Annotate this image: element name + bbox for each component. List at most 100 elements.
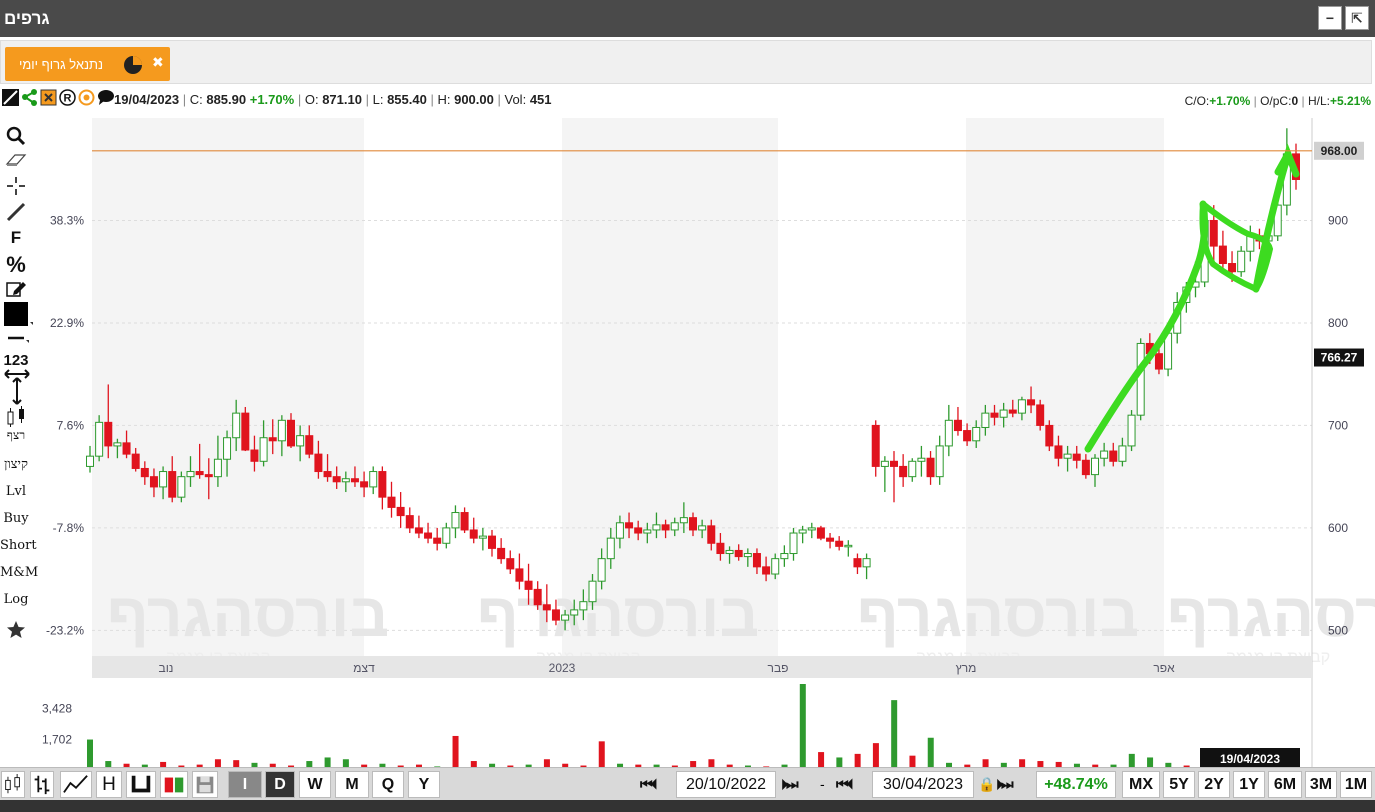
kitzon-tool[interactable]: קיצון (0, 456, 32, 472)
line-view-icon[interactable] (60, 771, 92, 798)
candle-body (981, 412, 990, 428)
from-date-field[interactable]: 20/10/2022 (676, 771, 776, 798)
range-5y-button[interactable]: 5Y (1163, 771, 1195, 798)
info-change: +1.70% (249, 92, 295, 107)
month-label: אפר (1153, 661, 1175, 675)
search-icon[interactable] (6, 126, 26, 146)
month-label: פבר (768, 661, 789, 675)
interval-weekly-button[interactable]: W (299, 771, 331, 798)
candle-body (734, 549, 743, 558)
candles-icon[interactable] (5, 406, 29, 428)
candle-body (716, 542, 725, 555)
volume-bar (452, 735, 459, 770)
left-toolbar: F % 123 רצף קיצון Lvl Buy Short M&M Log (0, 120, 38, 770)
y-tick-label: 800 (1328, 316, 1348, 330)
candle-body (953, 419, 962, 432)
candle-body (396, 506, 405, 517)
short-tool[interactable]: Short (0, 538, 37, 553)
edit-icon[interactable] (6, 280, 28, 298)
numbers-tool[interactable]: 123 (0, 352, 32, 369)
interval-intraday-button[interactable]: I (228, 771, 262, 798)
x-axis-months: נוב דצמ 2023 פבר מרץ אפר (92, 656, 1312, 678)
candle-body (826, 537, 835, 542)
candle-body (369, 471, 378, 488)
start-forward-icon[interactable]: ⏵⏭ (781, 776, 799, 793)
chart-area[interactable]: בורסהגרףקבוצת קו מגמהבורסהגרףקבוצת קו מג… (38, 114, 1375, 770)
eraser-icon[interactable] (5, 152, 27, 168)
end-forward-icon[interactable]: ⏵⏭ (996, 776, 1014, 793)
minimize-button[interactable]: − (1318, 6, 1342, 30)
candle-body (853, 558, 862, 568)
trend-line-icon[interactable] (6, 202, 26, 222)
save-icon[interactable] (192, 771, 218, 798)
percent-tool[interactable]: % (0, 252, 32, 278)
candles-view-icon[interactable] (1, 771, 25, 798)
end-back-icon[interactable]: ⏮⏴ (836, 776, 854, 793)
u-view-icon[interactable] (126, 771, 156, 798)
candle-body (241, 412, 250, 451)
hl-view-icon[interactable]: H (96, 771, 122, 798)
tab-chart[interactable]: נתנאל גרוף יומי ✖ (5, 47, 170, 81)
excel-icon[interactable] (40, 89, 57, 106)
info-high: 900.00 (454, 92, 494, 107)
range-1m-button[interactable]: 1M (1340, 771, 1372, 798)
range-6m-button[interactable]: 6M (1268, 771, 1302, 798)
to-date-field[interactable]: 30/04/2023 (872, 771, 974, 798)
target-icon[interactable] (78, 89, 95, 106)
interval-quarterly-button[interactable]: Q (372, 771, 404, 798)
rezef-tool[interactable]: רצף (0, 428, 32, 443)
measure-icon[interactable] (3, 368, 31, 406)
candle-body (1081, 459, 1090, 476)
candlestick (1136, 338, 1145, 421)
candle-body (533, 588, 542, 606)
candle-body (661, 524, 670, 531)
share-icon[interactable] (21, 89, 38, 106)
candle-body (305, 435, 314, 455)
candle-body (524, 580, 533, 590)
candlestick (95, 415, 104, 462)
info-high-label: H: (437, 92, 451, 107)
interval-daily-button[interactable]: D (265, 771, 295, 798)
candle-body (707, 525, 716, 544)
candle-body (159, 471, 168, 488)
candle-body (816, 527, 825, 539)
mm-tool[interactable]: M&M (0, 565, 38, 580)
candle-body (86, 455, 94, 467)
start-back-icon[interactable]: ⏮⏴ (640, 776, 658, 793)
candle-body (1209, 219, 1218, 247)
volume-color-icon[interactable] (160, 771, 188, 798)
lock-icon[interactable]: 🔒 (978, 776, 995, 793)
candle-body (277, 419, 286, 442)
range-1y-button[interactable]: 1Y (1233, 771, 1265, 798)
line-width-icon[interactable] (6, 332, 30, 344)
registered-icon[interactable]: R (59, 89, 76, 106)
candle-body (698, 525, 707, 531)
color-picker-icon[interactable] (4, 302, 34, 328)
ohlc-bars-icon[interactable] (30, 771, 54, 798)
volume-tick-label: 1,702 (42, 733, 72, 747)
tab-close-icon[interactable]: ✖ (152, 54, 164, 71)
range-3m-button[interactable]: 3M (1305, 771, 1337, 798)
fibonacci-tool[interactable]: F (0, 228, 32, 248)
crosshair-icon[interactable] (6, 176, 26, 196)
interval-yearly-button[interactable]: Y (408, 771, 440, 798)
lvl-tool[interactable]: Lvl (0, 484, 32, 499)
draw-line-icon[interactable] (2, 89, 19, 106)
candle-body (1054, 445, 1063, 459)
candle-body (871, 424, 880, 467)
candle-body (341, 478, 350, 483)
buy-tool[interactable]: Buy (0, 511, 32, 526)
popout-button[interactable]: ⇱ (1345, 6, 1369, 30)
range-2y-button[interactable]: 2Y (1198, 771, 1230, 798)
comment-icon[interactable] (97, 89, 114, 106)
bottom-strip (0, 800, 1375, 812)
range-max-button[interactable]: MX (1122, 771, 1160, 798)
favorite-star-icon[interactable] (6, 620, 26, 640)
candle-body (95, 421, 104, 457)
month-label: 2023 (549, 661, 576, 675)
log-tool[interactable]: Log (0, 592, 32, 607)
candle-body (542, 604, 551, 611)
price-chart[interactable]: בורסהגרףקבוצת קו מגמהבורסהגרףקבוצת קו מג… (38, 114, 1375, 770)
interval-monthly-button[interactable]: M (335, 771, 369, 798)
candle-body (296, 435, 305, 447)
